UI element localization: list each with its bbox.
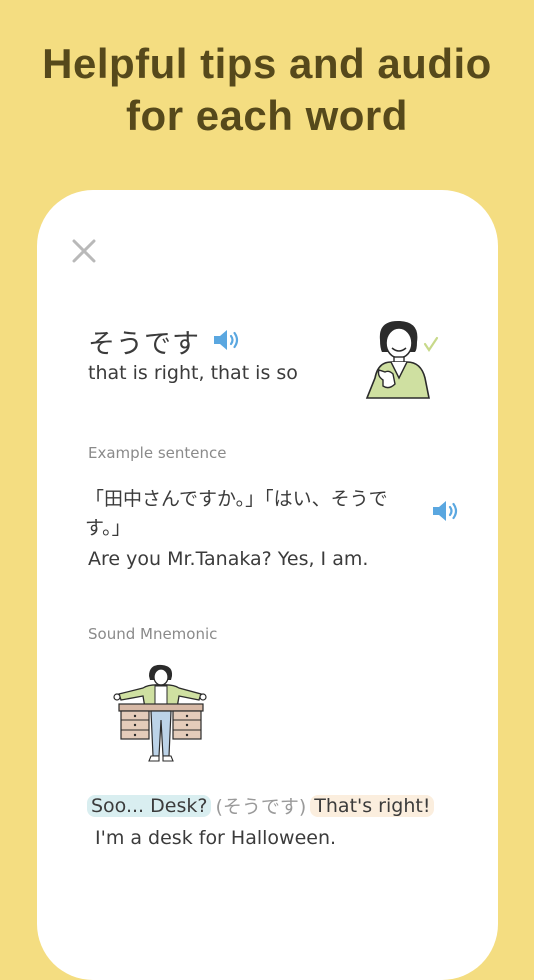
speaker-icon	[214, 329, 239, 350]
mnemonic-phrase: Soo... Desk? (そうです) That's right!	[87, 792, 435, 819]
mnemonic-japanese: (そうです)	[215, 796, 307, 818]
speaker-icon	[433, 501, 458, 521]
example-audio-button[interactable]	[431, 498, 461, 528]
check-icon	[423, 336, 439, 352]
word-audio-button[interactable]	[212, 327, 242, 357]
close-button[interactable]	[71, 238, 97, 264]
example-english: Are you Mr.Tanaka? Yes, I am.	[88, 548, 369, 570]
headline-line-2: for each word	[126, 92, 408, 139]
thumbs-up-illustration	[345, 310, 445, 414]
word-row: そうです	[88, 322, 242, 361]
headline-line-1: Helpful tips and audio	[42, 40, 492, 87]
mnemonic-sentence: I'm a desk for Halloween.	[95, 827, 337, 849]
desk-costume-illustration	[105, 660, 215, 779]
close-icon	[72, 239, 96, 263]
mnemonic-sound-highlight: Soo... Desk?	[87, 794, 212, 817]
mnemonic-label: Sound Mnemonic	[88, 625, 218, 643]
mnemonic-meaning-highlight: That's right!	[310, 794, 435, 817]
word-card: そうです that is right, that is so Example s…	[37, 190, 498, 980]
example-japanese: 「田中さんですか。」「はい、そうです。」	[85, 488, 388, 539]
word-title: そうです	[88, 329, 200, 360]
word-meaning: that is right, that is so	[88, 362, 298, 384]
headline: Helpful tips and audio for each word	[0, 38, 534, 142]
example-label: Example sentence	[88, 444, 227, 462]
